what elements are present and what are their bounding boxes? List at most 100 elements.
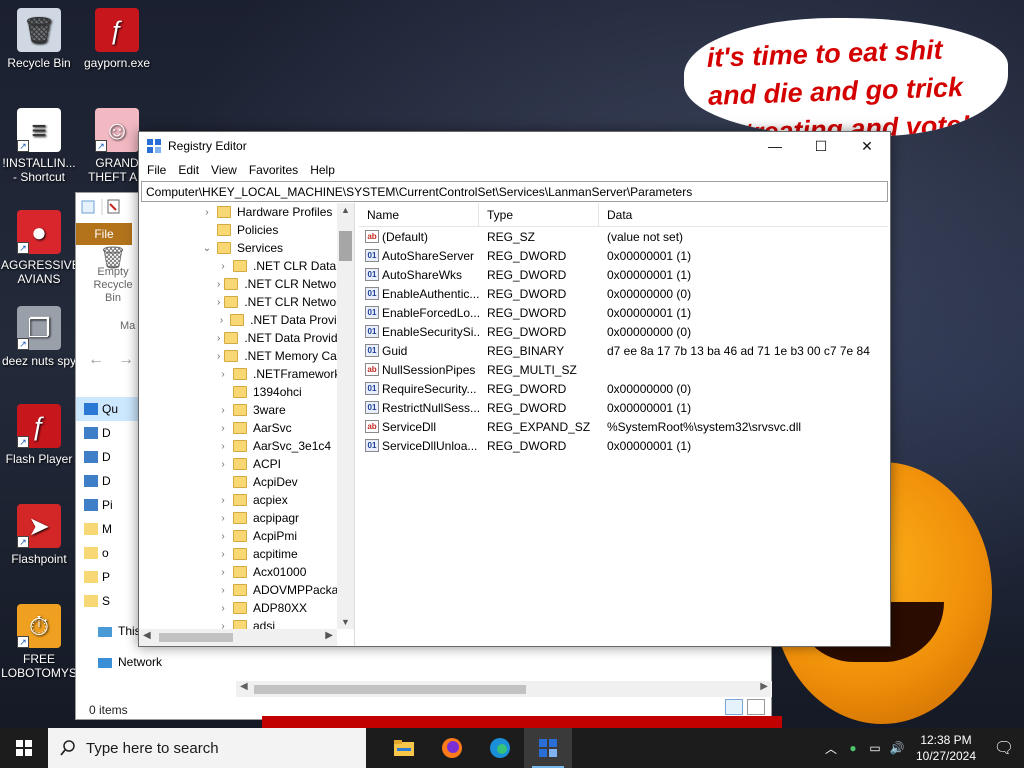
scroll-thumb[interactable] [159,633,233,642]
scroll-right-arrow[interactable]: ▶ [325,630,333,641]
volume-icon[interactable]: 🔊 [886,741,908,755]
tree-key[interactable]: › .NET CLR Data [139,257,354,275]
tree-key[interactable]: › AarSvc [139,419,354,437]
chevron-right-icon[interactable]: › [217,423,229,434]
desktop-icon[interactable]: ● ↗ AGGRESSIVE AVIANS [1,210,80,286]
tree-key[interactable]: › acpiex [139,491,354,509]
tree-key[interactable]: › ADP80XX [139,599,354,617]
nav-item[interactable]: M [76,517,138,541]
scroll-up-arrow[interactable]: ▲ [341,205,350,215]
desktop-icon[interactable]: 🗑 Recycle Bin [1,8,77,70]
chevron-right-icon[interactable]: › [217,495,229,506]
nav-item[interactable]: D [76,469,138,493]
chevron-right-icon[interactable]: › [217,333,220,344]
scroll-right-arrow[interactable]: ▶ [760,681,768,692]
chevron-right-icon[interactable]: › [217,513,229,524]
taskbar-edge[interactable] [476,728,524,768]
tree-vertical-scrollbar[interactable]: ▲ ▼ [337,203,354,629]
tree-key[interactable]: › .NET Data Provider [139,311,354,329]
menu-favorites[interactable]: Favorites [243,163,304,177]
nav-item[interactable]: D [76,421,138,445]
chevron-right-icon[interactable]: › [217,459,229,470]
value-row[interactable]: ab NullSessionPipes REG_MULTI_SZ [359,360,888,379]
values-list[interactable]: Name Type Data ab (Default) REG_SZ (value n… [359,202,888,646]
chevron-right-icon[interactable]: › [217,369,229,380]
value-row[interactable]: ab (Default) REG_SZ (value not set) [359,227,888,246]
notification-icon[interactable]: 🗨 [984,738,1024,758]
tiles-view-button[interactable] [747,699,765,715]
quick-access-toolbar[interactable] [80,199,124,218]
chevron-right-icon[interactable]: › [217,297,220,308]
chevron-right-icon[interactable]: › [217,279,220,290]
tree-key[interactable]: › AcpiPmi [139,527,354,545]
nav-item[interactable]: o [76,541,138,565]
value-row[interactable]: 01 ServiceDllUnloa... REG_DWORD 0x00000001 … [359,436,888,455]
desktop-icon[interactable]: ≡ ↗ !INSTALLIN... - Shortcut [1,108,77,184]
taskbar-file-explorer[interactable] [380,728,428,768]
network-icon[interactable]: ▭ [864,741,886,755]
chevron-right-icon[interactable]: › [201,207,213,218]
value-row[interactable]: 01 EnableAuthentic... REG_DWORD 0x00000000 … [359,284,888,303]
address-bar[interactable]: Computer\HKEY_LOCAL_MACHINE\SYSTEM\Curre… [141,181,888,202]
key-tree[interactable]: › Hardware Profiles Policies ⌄ Services › .NET… [139,203,355,646]
tree-key[interactable]: › .NETFramework [139,365,354,383]
chevron-right-icon[interactable]: › [217,531,229,542]
menu-view[interactable]: View [205,163,243,177]
value-row[interactable]: 01 Guid REG_BINARY d7 ee 8a 17 7b 13 ba 46 … [359,341,888,360]
tree-key[interactable]: › acpipagr [139,509,354,527]
menu-file[interactable]: File [141,163,172,177]
taskbar-registry-editor[interactable] [524,728,572,768]
tree-key[interactable]: › AarSvc_3e1c4 [139,437,354,455]
chevron-up-icon[interactable]: ︿ [820,740,842,757]
menu-help[interactable]: Help [304,163,341,177]
value-row[interactable]: 01 RequireSecurity... REG_DWORD 0x00000000 … [359,379,888,398]
column-header-name[interactable]: Name [359,202,479,227]
nav-item[interactable]: Pi [76,493,138,517]
clock[interactable]: 12:38 PM 10/27/2024 [908,732,984,764]
taskbar-search-box[interactable]: Type here to search [48,728,366,768]
scroll-left-arrow[interactable]: ◀ [240,681,248,692]
chevron-right-icon[interactable]: › [217,261,229,272]
scroll-left-arrow[interactable]: ◀ [143,630,151,641]
value-row[interactable]: 01 EnableForcedLo... REG_DWORD 0x00000001 (… [359,303,888,322]
tree-key[interactable]: ›.NET Data Provider Oracle [139,329,354,347]
file-tab[interactable]: File [76,223,132,245]
view-toggle[interactable] [725,699,765,715]
details-view-button[interactable] [725,699,743,715]
tree-key[interactable]: › Acx01000 [139,563,354,581]
scroll-thumb[interactable] [254,685,526,694]
tree-key[interactable]: › 3ware [139,401,354,419]
chevron-down-icon[interactable]: ⌄ [201,243,213,254]
desktop-icon[interactable]: ➤ ↗ Flashpoint [1,504,77,566]
tree-key[interactable]: › .NET CLR Networking [139,275,354,293]
scroll-down-arrow[interactable]: ▼ [341,617,350,627]
close-button[interactable]: ✕ [844,132,890,160]
chevron-right-icon[interactable]: › [217,405,229,416]
chevron-right-icon[interactable]: › [217,603,229,614]
taskbar-firefox[interactable] [428,728,476,768]
start-button[interactable] [0,728,48,768]
tree-key[interactable]: › acpitime [139,545,354,563]
value-row[interactable]: 01 EnableSecuritySi... REG_DWORD 0x00000000… [359,322,888,341]
desktop-icon[interactable]: ƒ ↗ Flash Player [1,404,77,466]
chevron-right-icon[interactable]: › [217,567,229,578]
column-header-data[interactable]: Data [599,203,888,227]
nav-item-this-pc[interactable]: This [98,624,141,638]
tree-key[interactable]: Policies [139,221,354,239]
nav-item[interactable]: S [76,589,138,613]
chevron-right-icon[interactable]: › [217,549,229,560]
tree-key[interactable]: › ACPI [139,455,354,473]
tree-key[interactable]: AcpiDev [139,473,354,491]
tree-key[interactable]: ⌄ Services [139,239,354,257]
nav-item[interactable]: P [76,565,138,589]
tree-key[interactable]: 1394ohci [139,383,354,401]
tree-horizontal-scrollbar[interactable]: ◀ ▶ [139,629,337,646]
chevron-right-icon[interactable]: › [217,315,226,326]
maximize-button[interactable]: ☐ [798,132,844,160]
scroll-thumb[interactable] [339,231,352,261]
value-row[interactable]: 01 AutoShareServer REG_DWORD 0x00000001 (1) [359,246,888,265]
desktop-icon[interactable]: ❐ ↗ deez nuts spy [1,306,77,368]
minimize-button[interactable]: — [752,132,798,160]
tree-key[interactable]: ›.NET CLR Networking 4.0 [139,293,354,311]
menu-edit[interactable]: Edit [172,163,205,177]
